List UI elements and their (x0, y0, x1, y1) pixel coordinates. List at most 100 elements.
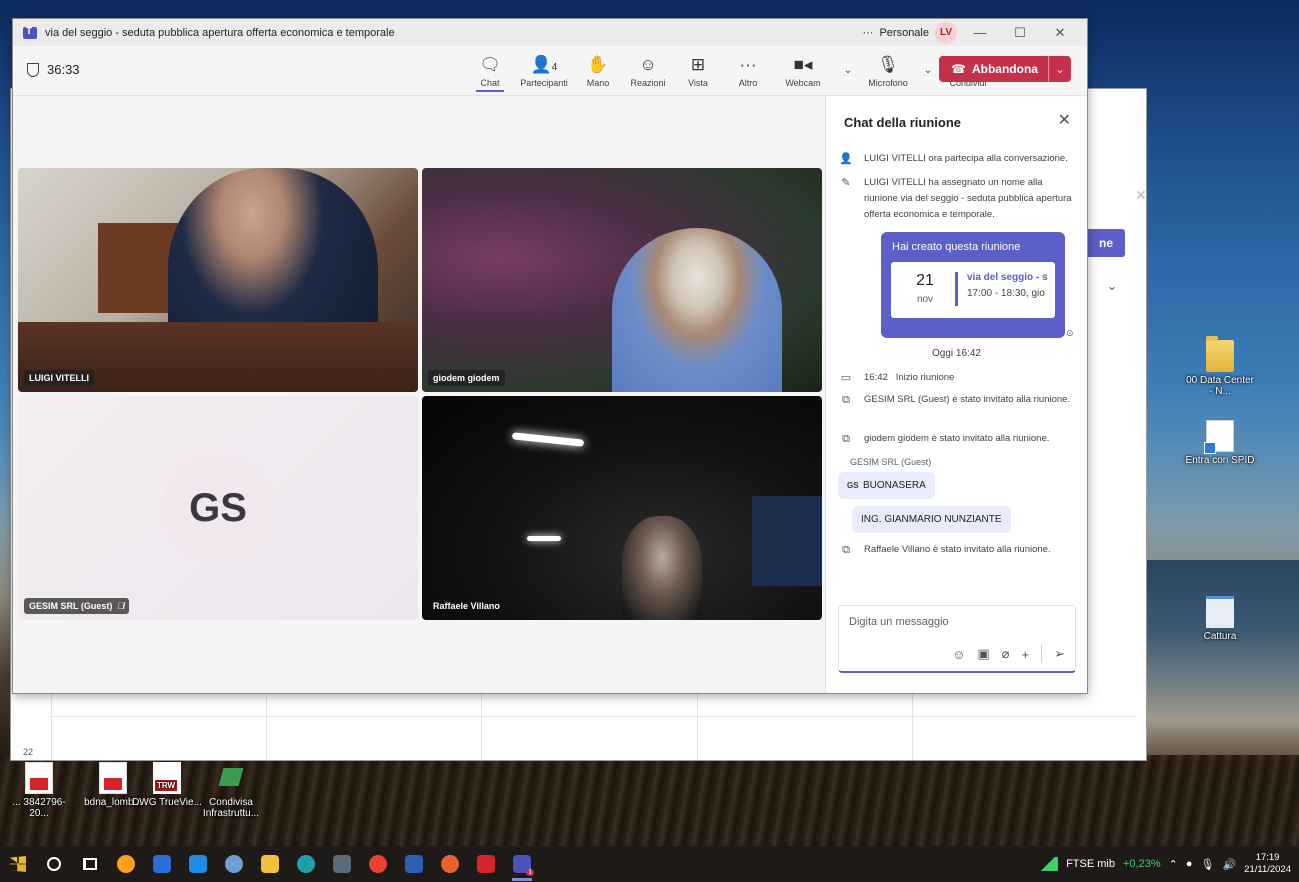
teams-meeting-window[interactable]: via del seggio - seduta pubblica apertur… (12, 18, 1088, 694)
close-icon[interactable]: ✕ (1058, 110, 1071, 130)
microphone-icon: 🎙 (877, 54, 899, 74)
microphone-label: Microfono (868, 77, 908, 88)
more-options-button[interactable]: ··· (862, 27, 873, 39)
chevron-down-icon[interactable]: ⌄ (1107, 279, 1117, 293)
participant-name-label: LUIGI VITELLI (24, 370, 94, 386)
task-view-button[interactable] (72, 846, 108, 882)
participant-name: Raffaele Villano (433, 601, 500, 611)
participant-video (622, 516, 702, 620)
desktop-icon-data-center[interactable]: 00 Data Center - N... (1185, 336, 1255, 397)
desktop-icon-condivisa[interactable]: Condivisa Infrastruttu... (196, 762, 266, 819)
message-input[interactable] (849, 616, 1059, 628)
taskbar-app-firefox-2[interactable] (432, 846, 468, 882)
paint-icon (225, 855, 243, 873)
camera-icon: ■◂ (793, 54, 813, 74)
meeting-card[interactable]: Hai creato questa riunione 21 nov via de… (881, 232, 1065, 338)
desktop-icon-spid[interactable]: Entra con SPID (1185, 420, 1255, 466)
firefox-icon (117, 855, 135, 873)
pdf-file-icon (25, 762, 53, 794)
more-button[interactable]: ··· Altro (723, 46, 773, 96)
chat-button[interactable]: 🗨 Chat (465, 46, 515, 96)
message-sender: GESIM SRL (Guest) (850, 457, 932, 467)
leave-button[interactable]: ☎ Abbandona ⌄ (939, 56, 1071, 82)
pdf-file-icon (99, 762, 127, 794)
taskbar-app-edge[interactable] (288, 846, 324, 882)
phone-hangup-icon: ☎ (951, 62, 966, 76)
app-tray-icon[interactable]: ● (1186, 858, 1193, 870)
microphone-icon[interactable]: 🎙 (1200, 858, 1214, 871)
video-tile[interactable]: LUIGI VITELLI (18, 168, 418, 392)
word-icon (405, 855, 423, 873)
chat-message-text: BUONASERA (863, 480, 926, 491)
participant-name-label: giodem giodem (428, 370, 505, 386)
chevron-down-icon: ⌄ (923, 65, 933, 76)
taskbar-app-paint[interactable] (216, 846, 252, 882)
webcam-button[interactable]: ■◂ Webcam (773, 46, 833, 96)
background-window-button[interactable]: ne (1085, 229, 1125, 257)
video-background (511, 432, 585, 447)
microphone-button[interactable]: 🎙 Microfono (863, 46, 913, 96)
participants-button[interactable]: 👤4 Partecipanti (515, 46, 573, 96)
chat-message[interactable]: GS BUONASERA (838, 472, 935, 499)
video-tile[interactable]: Raffaele Villano (422, 396, 822, 620)
taskbar-app-firefox[interactable] (108, 846, 144, 882)
system-message-text: LUIGI VITELLI ora partecipa alla convers… (864, 153, 1068, 164)
raise-hand-button[interactable]: ✋ Mano (573, 46, 623, 96)
maximize-icon[interactable]: ☐ (1003, 25, 1037, 41)
chrome-icon (369, 855, 387, 873)
clock[interactable]: 17:19 21/11/2024 (1244, 852, 1291, 876)
chat-header: Chat della riunione (844, 115, 962, 130)
avatar: GS (162, 452, 274, 564)
attach-icon[interactable]: ⌀ (1002, 646, 1010, 662)
firefox-icon (441, 855, 459, 873)
taskbar-app-teams[interactable]: 1 (504, 846, 540, 882)
desktop-icon-dwg-trueview[interactable]: TRW DWG TrueVie... (132, 762, 202, 808)
ftse-change: +0,23% (1122, 858, 1161, 870)
desktop-icon-label: Entra con SPID (1185, 455, 1255, 466)
send-icon[interactable]: ➢ (1054, 646, 1065, 662)
message-composer[interactable]: ☺ ▣ ⌀ + ➢ (838, 605, 1076, 673)
profile-label[interactable]: Personale (879, 27, 929, 39)
close-icon[interactable]: ✕ (1043, 25, 1077, 41)
chevron-down-icon[interactable]: ⌄ (1049, 63, 1071, 76)
taskbar-app-word[interactable] (396, 846, 432, 882)
emoji-icon[interactable]: ☺ (952, 647, 965, 662)
webcam-options-button[interactable]: ⌄ (833, 46, 863, 96)
image-icon[interactable]: ▣ (977, 646, 989, 662)
ftse-label[interactable]: FTSE mib (1066, 858, 1115, 870)
divider (1041, 645, 1043, 663)
chat-message[interactable]: ING. GIANMARIO NUNZIANTE (852, 506, 1011, 533)
reactions-button[interactable]: ☺ Reazioni (623, 46, 673, 96)
taskbar-app-store[interactable] (144, 846, 180, 882)
desktop-icon-cattura[interactable]: Cattura (1185, 596, 1255, 642)
taskbar-app-explorer[interactable] (252, 846, 288, 882)
ellipsis-icon: ··· (739, 54, 757, 74)
volume-icon[interactable]: 🔊 (1222, 858, 1236, 871)
taskbar-app-mail[interactable] (180, 846, 216, 882)
avatar[interactable]: LV (935, 21, 957, 44)
start-button[interactable] (0, 846, 36, 882)
invite-icon: ⧉ (842, 394, 850, 406)
taskbar-app-calculator[interactable] (324, 846, 360, 882)
chevron-up-icon[interactable]: ⌃ (1169, 858, 1178, 871)
desktop-icon-pdf-3842796[interactable]: ... 3842796-20... (4, 762, 74, 819)
view-button[interactable]: ⊞ Vista (673, 46, 723, 96)
event-accent-bar (955, 272, 958, 306)
grid-icon: ⊞ (690, 54, 706, 74)
meeting-event[interactable]: 21 nov via del seggio - s 17:00 - 18:30,… (891, 262, 1055, 318)
search-button[interactable] (36, 846, 72, 882)
minimize-icon[interactable]: — (963, 25, 997, 40)
taskbar-app-acrobat[interactable] (468, 846, 504, 882)
chat-icon: 🗨 (479, 54, 501, 74)
folder-icon (1206, 336, 1234, 372)
video-tile[interactable]: giodem giodem (422, 168, 822, 392)
title-bar[interactable]: via del seggio - seduta pubblica apertur… (13, 19, 1087, 46)
taskbar-app-chrome[interactable] (360, 846, 396, 882)
close-icon[interactable]: ✕ (1135, 187, 1147, 204)
system-tray: FTSE mib +0,23% ⌃ ● 🎙 🔊 17:19 21/11/2024 (1038, 846, 1291, 882)
plus-icon[interactable]: + (1022, 647, 1030, 662)
video-background (527, 536, 561, 541)
pencil-icon: ✎ (841, 177, 851, 189)
video-tile[interactable]: GS GESIM SRL (Guest) 🎙̸ (18, 396, 418, 620)
person-join-icon: 👤 (839, 153, 853, 165)
